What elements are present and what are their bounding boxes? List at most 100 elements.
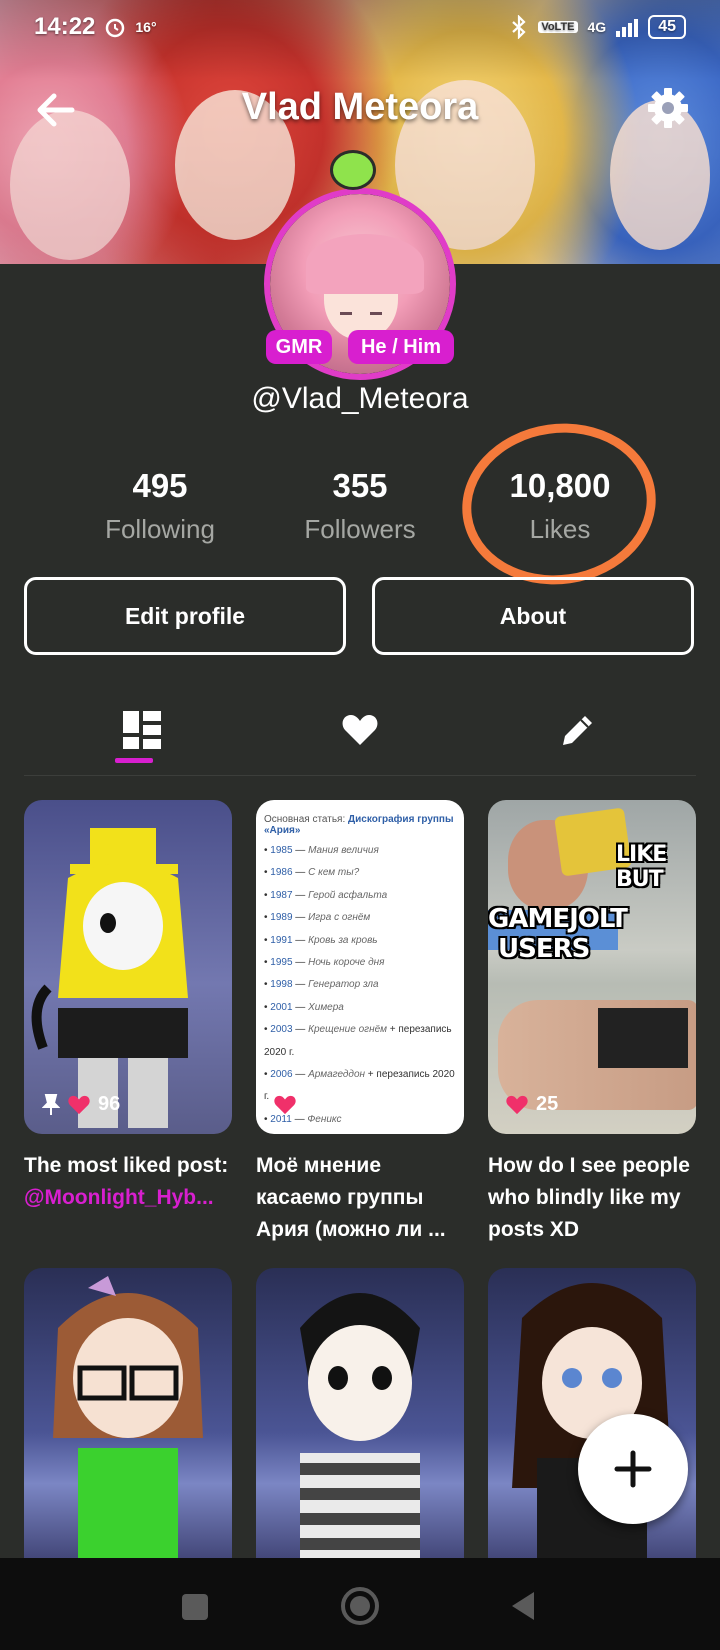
wiki-year: 2006 [270,1069,293,1081]
meme-caption: LIKE BUT [616,842,667,892]
highlight-circle [451,411,667,597]
signal-icon [616,17,639,37]
wiki-year: 2003 [270,1024,293,1036]
caption-text: Моё мнение касаемо группы [256,1154,424,1209]
back-arrow-icon[interactable] [34,88,78,132]
wiki-list-item: • 1987 — Герой асфальта [264,889,388,901]
post-thumbnail[interactable] [488,1268,696,1568]
home-circle-icon[interactable] [338,1584,382,1628]
wiki-list: • 1985 — Мания величия • 1986 — С кем ты?… [256,840,464,1134]
clock: 14:22 [34,13,96,40]
wiki-year: 1985 [270,845,293,856]
tab-posts[interactable] [112,700,172,763]
meme-caption: GAMEJOLT USERS [488,904,628,964]
page-title: Vlad Meteora [241,85,479,128]
wiki-list-item: • 1995 — Ночь короче дня [264,957,385,969]
top-nav: Vlad Meteora [0,72,720,142]
tab-likes[interactable] [330,700,390,760]
plus-icon [614,1450,652,1488]
heart-icon [68,1095,90,1114]
post-caption: How do I see people who blindly like my … [488,1154,690,1241]
post-caption: The most liked post: @Moonlight_Hyb... [24,1150,232,1214]
back-triangle-icon[interactable] [504,1584,548,1628]
tag-chip: GMR [266,330,332,364]
post-card[interactable]: LIKE BUT GAMEJOLT USERS 25 How do I see … [488,800,696,1246]
temperature: 16° [135,19,157,35]
post-counts: 96 [42,1093,120,1116]
heart-icon [274,1095,296,1114]
post-card[interactable]: Основная статья: Дискография группы «Ари… [256,800,464,1246]
status-bar: 14:22 16° VoLTE 4G 45 [0,0,720,54]
stat-following[interactable]: 495 Following [60,466,260,556]
profile-tabs [24,690,696,776]
wiki-list-item: • 2014 — Через все времена [264,1131,456,1134]
wiki-heading: Основная статья: Дискография группы «Ари… [256,800,464,840]
tab-drafts[interactable] [548,700,608,760]
post-counts: 25 [506,1093,558,1116]
wiki-list-item: • 1989 — Игра с огнём [264,912,371,924]
character-art [300,1293,420,1568]
battery-icon: 45 [648,15,686,39]
caption-text: The most liked post: [24,1154,229,1177]
like-count: 25 [536,1093,559,1115]
wiki-year: 1989 [270,912,293,924]
character-art [512,1283,672,1568]
pin-icon [42,1093,60,1115]
wiki-album: Кровь за кровь [308,934,378,946]
heart-icon [342,715,378,745]
wiki-album: Генератор зла [308,979,379,991]
wiki-album: Крещение огнём [308,1024,387,1036]
pronoun-chip: He / Him [348,330,454,364]
wiki-list-item: • 1998 — Генератор зла [264,979,379,991]
post-card[interactable] [256,1268,464,1568]
character-art [53,1276,203,1568]
post-card[interactable] [24,1268,232,1568]
post-counts: 9 [274,1093,315,1116]
wiki-year: 1995 [270,957,293,969]
battery-level: 45 [658,18,676,35]
post-thumbnail[interactable]: Основная статья: Дискография группы «Ари… [256,800,464,1134]
wiki-list-item: • 2003 — Крещение огнём + перезапись 202… [264,1024,452,1058]
followers-label: Followers [304,514,416,544]
system-nav-bar [0,1558,720,1650]
post-thumbnail[interactable]: LIKE BUT GAMEJOLT USERS 25 [488,800,696,1134]
wiki-album: Химера [308,1001,344,1013]
about-button[interactable]: About [372,577,694,655]
stat-followers[interactable]: 355 Followers [260,466,460,556]
edit-profile-button[interactable]: Edit profile [24,577,346,655]
wiki-album: С кем ты? [308,867,360,879]
post-thumbnail[interactable]: 96 [24,800,232,1134]
wiki-album: Игра с огнём [308,912,371,924]
post-caption: Моё мнение касаемо группы Ария (можно ли… [256,1150,464,1246]
mention-link[interactable]: @Moonlight_Hyb... [24,1186,214,1209]
alarm-icon [106,18,125,38]
like-count: 96 [98,1093,121,1115]
frog-badge-icon [330,150,376,190]
pencil-icon [563,716,592,745]
recents-square-icon[interactable] [172,1584,216,1628]
meme-art [598,1008,688,1068]
wiki-list-item: • 1986 — С кем ты? [264,867,360,879]
wiki-year: 1986 [270,867,293,879]
following-label: Following [105,514,215,544]
wiki-list-item: • 2001 — Химера [264,1001,344,1013]
wiki-year: 1998 [270,979,293,991]
post-thumbnail[interactable] [256,1268,464,1568]
post-card[interactable]: 96 The most liked post: @Moonlight_Hyb..… [24,800,232,1214]
network-label: 4G [587,19,607,35]
post-card[interactable] [488,1268,696,1568]
bluetooth-icon [512,15,526,39]
wiki-album: Мания величия [308,845,379,856]
wiki-heading-prefix: Основная статья: [264,814,346,825]
wiki-year: 1991 [270,934,293,946]
wiki-year: 1987 [270,889,293,901]
post-thumbnail[interactable] [24,1268,232,1568]
wiki-year: 2001 [270,1001,293,1013]
character-art [31,828,188,1128]
heart-icon [506,1095,528,1114]
meme-caption-line: USERS [498,934,590,964]
create-post-button[interactable] [578,1414,688,1524]
gear-icon[interactable] [646,86,690,130]
followers-count: 355 [332,467,388,504]
volte-icon: VoLTE [538,21,578,33]
